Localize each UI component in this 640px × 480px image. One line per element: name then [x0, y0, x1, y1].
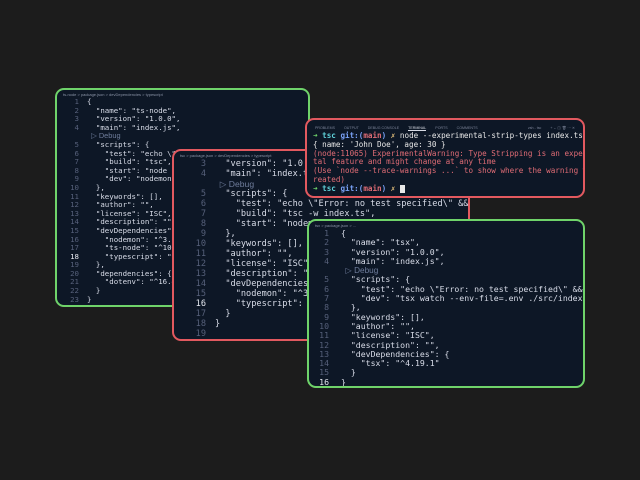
code-line: 6 "test": "echo \"Error: no test specifi…: [174, 199, 468, 209]
line-number: 4: [200, 169, 206, 179]
tab-terminal[interactable]: TERMINAL: [408, 126, 427, 131]
line-number: 14: [195, 279, 206, 289]
line-text: "author": "",: [215, 249, 293, 259]
editor-tsx: tsx > package.json > ... 1{2 "name": "ts…: [307, 219, 585, 388]
line-text: ▷ Debug: [215, 179, 255, 189]
code-area[interactable]: 1{2 "name": "tsx", 3 "version": "1.0.0", 4…: [309, 228, 585, 387]
terminal-line-prompt[interactable]: ➜ tsc git:(main) ✗: [307, 183, 583, 194]
line-text: },: [215, 229, 236, 239]
line-number: 23: [70, 294, 79, 304]
line-text: "main": "index.js",: [341, 255, 445, 266]
code-line: 15 }: [309, 368, 583, 378]
line-number: 3: [200, 159, 206, 169]
tab-ports[interactable]: PORTS: [435, 126, 447, 130]
line-number: 6: [200, 199, 206, 209]
breadcrumb[interactable]: tsx > package.json > ...: [309, 221, 583, 229]
line-number: 9: [200, 229, 206, 239]
tab-comments[interactable]: COMMENTS: [457, 126, 478, 130]
line-number: 8: [200, 219, 206, 229]
line-text: }: [215, 319, 221, 329]
line-text: "scripts": {: [215, 189, 288, 199]
prompt-arrow: ➜: [313, 183, 318, 193]
line-number: [174, 179, 206, 189]
breadcrumb[interactable]: ts-node > package.json > devDependencies…: [57, 90, 308, 98]
tab-debug-console[interactable]: DEBUG CONSOLE: [368, 126, 399, 130]
line-text: }: [87, 294, 92, 304]
prompt-git-close: ): [381, 131, 387, 140]
line-number: 10: [195, 239, 206, 249]
line-text: "keywords": [],: [215, 239, 303, 249]
line-number: 12: [195, 259, 206, 269]
shell-selector[interactable]: zsh - tsc: [528, 126, 541, 130]
prompt-git-close: ): [381, 183, 387, 193]
line-number: 19: [195, 329, 206, 339]
terminal-cursor: [399, 184, 405, 193]
code-line: 7 "build": "tsc -w index.ts",: [174, 209, 468, 219]
terminal-panel: PROBLEMS OUTPUT DEBUG CONSOLE TERMINAL P…: [305, 118, 585, 198]
line-number: 7: [200, 209, 206, 219]
prompt-dir: tsc: [322, 131, 336, 140]
line-number: 11: [195, 249, 206, 259]
prompt-arrow: ➜: [313, 131, 318, 140]
line-text: }: [215, 309, 231, 319]
prompt-git: git:(: [340, 131, 364, 140]
line-text: "description": "",: [215, 269, 319, 279]
prompt-git: git:(: [340, 183, 364, 193]
prompt-dir: tsc: [322, 183, 336, 193]
line-number: 13: [195, 269, 206, 279]
prompt-dirty: ✗: [390, 183, 396, 193]
line-text: "build": "tsc -w index.ts",: [215, 209, 376, 219]
code-line: 4 "main": "index.js",: [309, 255, 583, 266]
line-text: }: [341, 376, 346, 387]
line-text: "license": "ISC",: [215, 259, 314, 269]
tab-output[interactable]: OUTPUT: [344, 126, 359, 130]
prompt-branch: main: [363, 131, 382, 140]
prompt-dirty: ✗: [390, 131, 396, 140]
line-number: 5: [200, 189, 206, 199]
code-line: 16}: [309, 376, 583, 387]
warning-line: (Use `node --trace-warnings ...` to show…: [313, 166, 585, 176]
prompt-branch: main: [363, 183, 382, 193]
line-number: 4: [324, 255, 329, 266]
line-number: 17: [195, 309, 206, 319]
line-number: 4: [74, 122, 79, 132]
tab-problems[interactable]: PROBLEMS: [315, 126, 335, 130]
line-number: 15: [195, 289, 206, 299]
command: node --experimental-strip-types index.ts: [399, 131, 583, 140]
line-number: 16: [195, 299, 206, 309]
line-text: "test": "echo \"Error: no test specified…: [235, 199, 469, 209]
add-terminal-icon[interactable]: + ⌄ ◫ 🗑 ··· ✕: [550, 126, 575, 130]
line-number: 16: [319, 376, 329, 387]
line-text: "dev": "tsx watch --env-file=.env ./src/…: [341, 293, 585, 304]
line-number: 18: [195, 319, 206, 329]
